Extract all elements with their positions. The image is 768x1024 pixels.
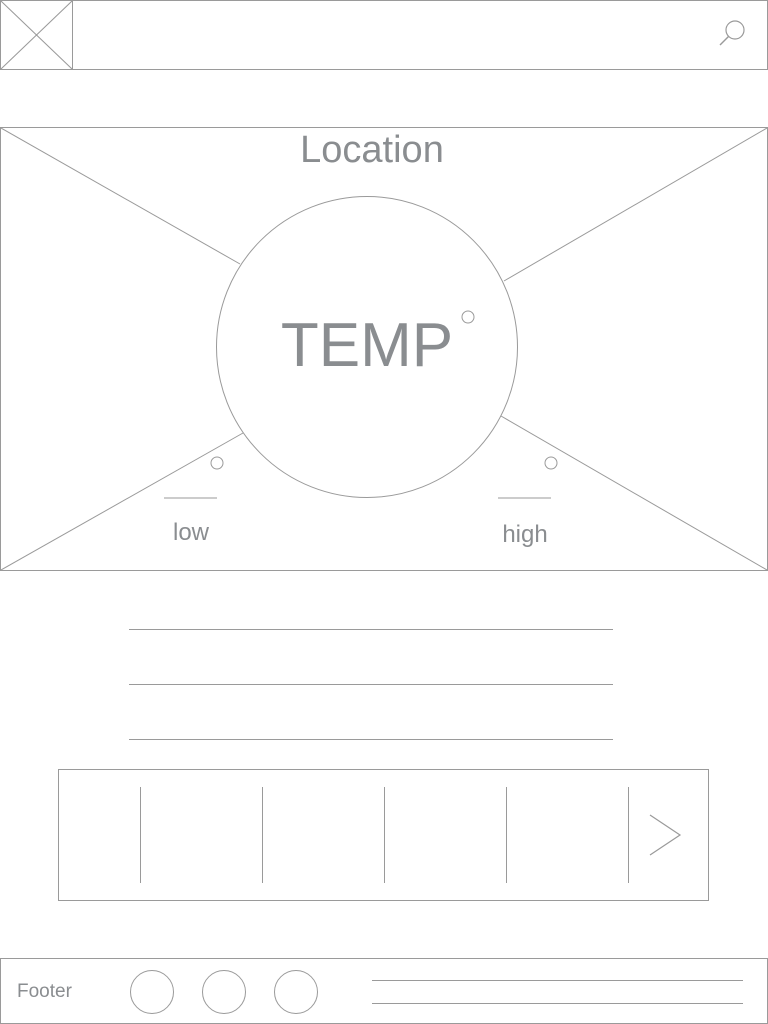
- header-bar: [0, 0, 768, 70]
- footer-label: Footer: [17, 981, 72, 1002]
- search-button[interactable]: [715, 17, 749, 51]
- low-degree-icon: [210, 456, 224, 470]
- footer-bar: Footer: [0, 958, 768, 1024]
- high-label: high: [502, 521, 548, 548]
- footer-line-2: [372, 1003, 743, 1004]
- social-icon-3[interactable]: [274, 970, 318, 1014]
- location-title: Location: [300, 129, 444, 171]
- footer-line-1: [372, 980, 743, 981]
- social-icon-1[interactable]: [130, 970, 174, 1014]
- forecast-divider: [262, 787, 263, 883]
- chevron-right-icon: [649, 814, 682, 856]
- text-line-1: [129, 629, 613, 630]
- carousel-next-button[interactable]: [644, 810, 684, 860]
- temp-value: TEMP: [280, 311, 454, 380]
- text-line-2: [129, 684, 613, 685]
- text-line-3: [129, 739, 613, 740]
- low-label: low: [172, 519, 209, 546]
- hero-panel: Location TEMP low high: [0, 127, 768, 571]
- forecast-divider: [140, 787, 141, 883]
- forecast-divider: [384, 787, 385, 883]
- forecast-carousel: [58, 769, 709, 901]
- social-icon-2[interactable]: [202, 970, 246, 1014]
- forecast-divider: [506, 787, 507, 883]
- image-placeholder-icon: [1, 1, 72, 69]
- logo-placeholder[interactable]: [1, 1, 73, 69]
- high-degree-icon: [544, 456, 558, 470]
- forecast-divider: [628, 787, 629, 883]
- search-icon: [719, 20, 745, 46]
